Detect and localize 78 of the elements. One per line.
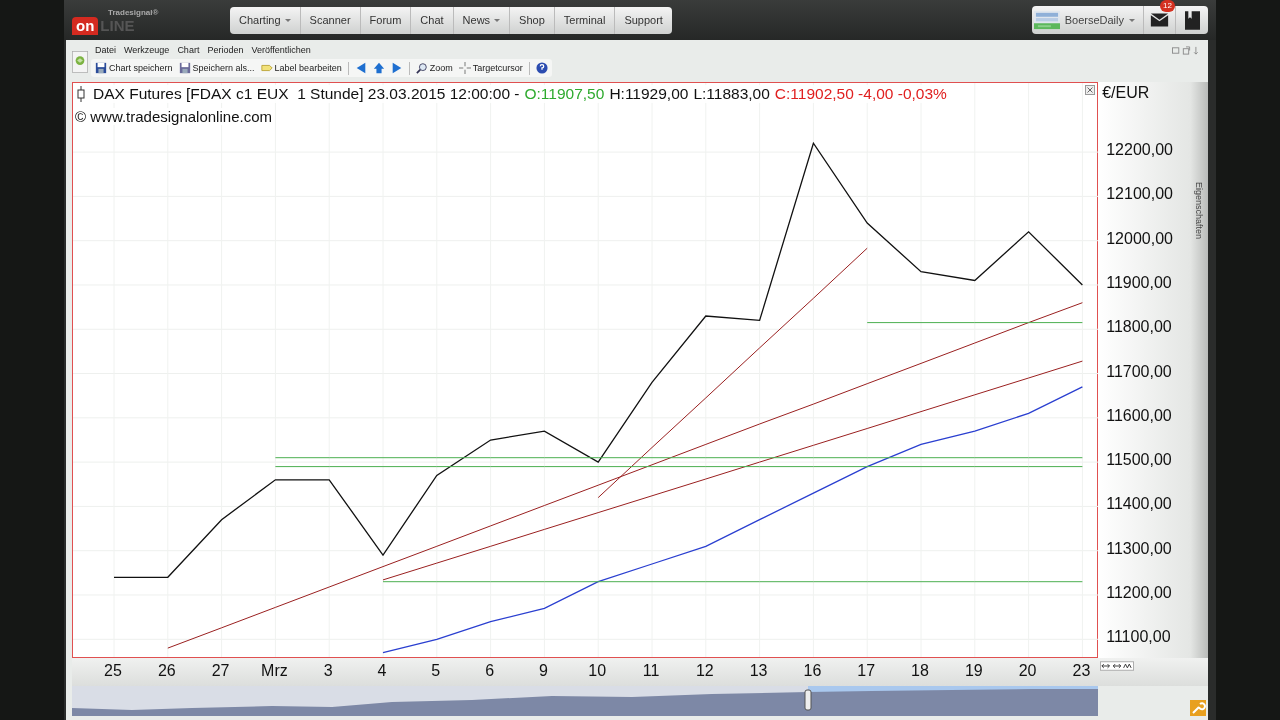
axis-label: 9	[538, 662, 548, 680]
caret-icon	[1129, 18, 1135, 22]
window-controls-icon[interactable]	[1172, 46, 1200, 55]
nav-menu-item[interactable]: Scanner	[300, 6, 361, 34]
axis-label: 27	[211, 662, 230, 680]
menu-item[interactable]: Datei	[95, 45, 116, 55]
right-arrow-icon	[390, 62, 403, 74]
nav-menu-item[interactable]: Support	[615, 6, 672, 34]
axis-label: 12000,00	[1106, 229, 1173, 248]
nav-menu-item[interactable]: Shop	[510, 6, 555, 34]
navigator-overview[interactable]	[72, 686, 1098, 716]
axis-label: 11500,00	[1106, 451, 1172, 470]
scroll-buttons-icon[interactable]	[1100, 661, 1134, 671]
right-arrow-button[interactable]	[390, 60, 403, 76]
axis-label: 6	[485, 662, 495, 680]
nav-menu-item[interactable]: Chat	[411, 6, 454, 34]
envelope-icon	[1150, 12, 1169, 28]
save-icon	[95, 62, 107, 74]
toolbar-button[interactable]: Chart speichern	[95, 60, 173, 76]
nav-menu-item[interactable]: Charting	[230, 6, 301, 34]
toolbar-button[interactable]: Label bearbeiten	[260, 60, 342, 76]
menu-item[interactable]: Perioden	[207, 45, 244, 55]
notification-badge: 12	[1160, 0, 1175, 12]
book-icon	[1184, 10, 1200, 30]
axis-label: 12100,00	[1106, 185, 1173, 204]
help-icon	[535, 62, 548, 74]
axis-label: Mrz	[261, 662, 288, 680]
toolbar-button[interactable]: Speichern als...	[178, 60, 255, 76]
axis-label: 13	[749, 662, 768, 680]
up-arrow-button[interactable]	[372, 60, 385, 76]
search-icon	[415, 62, 428, 74]
crosshair-icon	[458, 62, 471, 74]
nav-menu-item[interactable]: News	[453, 6, 511, 34]
logo-badge: on	[72, 16, 99, 35]
logo-brand: Tradesignal®	[108, 7, 160, 17]
axis-label: 3	[323, 662, 333, 680]
axis-label: 5	[431, 662, 441, 680]
axis-label: 11200,00	[1106, 584, 1172, 602]
menu-item[interactable]: Chart	[177, 45, 200, 55]
menu-item[interactable]: Veröffentlichen	[251, 45, 311, 55]
axis-label: 26	[157, 662, 176, 680]
axis-label: 12200,00	[1106, 141, 1173, 160]
axis-label: 11100,00	[1106, 628, 1171, 647]
axis-label: 11400,00	[1106, 495, 1172, 514]
save-icon	[178, 62, 191, 74]
tag-icon	[260, 62, 273, 74]
price-value: O:11907,50	[524, 85, 605, 103]
properties-tab[interactable]: Eigenschaften	[1190, 82, 1208, 658]
nav-menu-item[interactable]: Terminal	[554, 6, 616, 34]
chart-title: DAX Futures [FDAX c1 EUX 1 Stunde] 23.03.2015 12:00:00 -	[93, 85, 520, 103]
close-icon[interactable]	[1085, 85, 1096, 95]
axis-label: 19	[964, 662, 983, 680]
axis-label: 11900,00	[1106, 273, 1172, 292]
axis-label: 16	[803, 662, 822, 680]
price-value: C:11902,50 -4,00 -0,03%	[774, 85, 947, 103]
axis-label: 4	[377, 662, 387, 680]
price-value: H:11929,00	[609, 85, 689, 103]
axis-label: 11300,00	[1106, 539, 1172, 558]
up-arrow-icon	[372, 62, 385, 74]
axis-label: 11	[642, 662, 660, 680]
copyright-text: © www.tradesignalonline.com	[75, 108, 272, 125]
nav-menu-item[interactable]: Forum	[360, 6, 412, 34]
axis-label: 10	[588, 662, 607, 680]
menu-item[interactable]: Werkzeuge	[124, 45, 170, 55]
axis-label: 23	[1072, 662, 1091, 680]
axis-label: 12	[695, 662, 714, 680]
help-button[interactable]	[535, 60, 548, 76]
price-value: L:11883,00	[693, 85, 770, 103]
axis-title: €/EUR	[1102, 84, 1150, 102]
axis-label: 18	[911, 662, 929, 680]
axis-label: 11700,00	[1106, 362, 1172, 381]
toolbar-button[interactable]: Targetcursor	[458, 60, 523, 76]
axis-label: 17	[857, 662, 876, 680]
toolbar-button[interactable]: Zoom	[415, 60, 453, 76]
axis-label: 25	[104, 662, 122, 680]
axis-label: 20	[1018, 662, 1037, 680]
axis-label: 11800,00	[1106, 318, 1172, 337]
axis-label: 11600,00	[1106, 406, 1172, 425]
